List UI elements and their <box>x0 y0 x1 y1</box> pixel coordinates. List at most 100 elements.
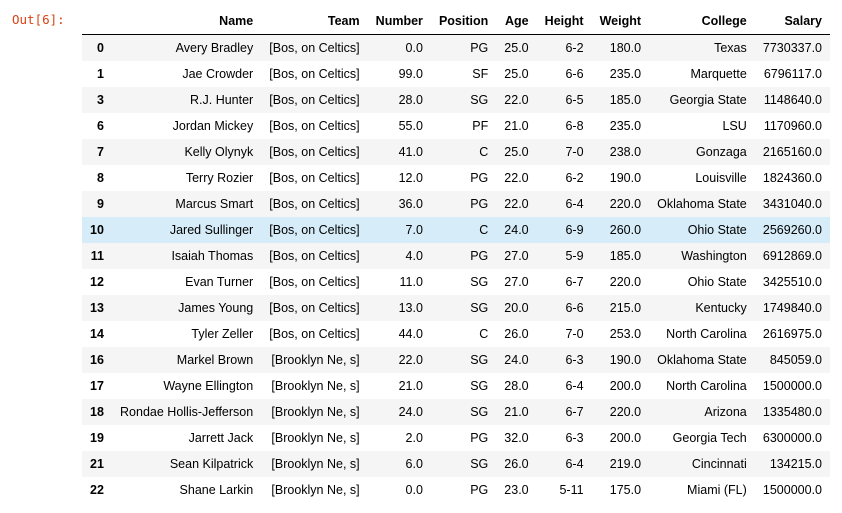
cell-salary: 1824360.0 <box>755 165 830 191</box>
cell-name: Tyler Zeller <box>112 321 261 347</box>
cell-college: Oklahoma State <box>649 191 755 217</box>
cell-college: Ohio State <box>649 217 755 243</box>
cell-age: 22.0 <box>496 191 536 217</box>
cell-position: C <box>431 139 496 165</box>
cell-height: 6-8 <box>537 113 592 139</box>
cell-team: [Bos, on Celtics] <box>261 87 367 113</box>
cell-salary: 2569260.0 <box>755 217 830 243</box>
cell-number: 21.0 <box>368 373 431 399</box>
cell-weight: 220.0 <box>592 399 649 425</box>
cell-age: 25.0 <box>496 35 536 62</box>
cell-number: 44.0 <box>368 321 431 347</box>
cell-age: 28.0 <box>496 373 536 399</box>
cell-team: [Brooklyn Ne, s] <box>261 451 367 477</box>
table-row[interactable]: 0Avery Bradley[Bos, on Celtics]0.0PG25.0… <box>82 35 830 62</box>
cell-weight: 200.0 <box>592 425 649 451</box>
cell-weight: 215.0 <box>592 295 649 321</box>
cell-college: LSU <box>649 113 755 139</box>
cell-name: Jared Sullinger <box>112 217 261 243</box>
cell-number: 13.0 <box>368 295 431 321</box>
row-index: 17 <box>82 373 112 399</box>
cell-position: PG <box>431 243 496 269</box>
table-row[interactable]: 9Marcus Smart[Bos, on Celtics]36.0PG22.0… <box>82 191 830 217</box>
row-index: 1 <box>82 61 112 87</box>
cell-number: 28.0 <box>368 87 431 113</box>
row-index: 8 <box>82 165 112 191</box>
cell-name: Wayne Ellington <box>112 373 261 399</box>
table-row[interactable]: 18Rondae Hollis-Jefferson[Brooklyn Ne, s… <box>82 399 830 425</box>
cell-age: 24.0 <box>496 217 536 243</box>
cell-team: [Bos, on Celtics] <box>261 191 367 217</box>
cell-height: 6-6 <box>537 61 592 87</box>
row-index: 22 <box>82 477 112 503</box>
table-row[interactable]: 22Shane Larkin[Brooklyn Ne, s]0.0PG23.05… <box>82 477 830 503</box>
cell-height: 6-6 <box>537 295 592 321</box>
table-row[interactable]: 13James Young[Bos, on Celtics]13.0SG20.0… <box>82 295 830 321</box>
cell-salary: 1148640.0 <box>755 87 830 113</box>
cell-salary: 1170960.0 <box>755 113 830 139</box>
cell-height: 6-9 <box>537 217 592 243</box>
cell-weight: 175.0 <box>592 477 649 503</box>
row-index: 18 <box>82 399 112 425</box>
cell-height: 6-2 <box>537 165 592 191</box>
table-row[interactable]: 21Sean Kilpatrick[Brooklyn Ne, s]6.0SG26… <box>82 451 830 477</box>
cell-height: 6-4 <box>537 451 592 477</box>
cell-age: 27.0 <box>496 269 536 295</box>
table-row[interactable]: 11Isaiah Thomas[Bos, on Celtics]4.0PG27.… <box>82 243 830 269</box>
cell-height: 6-3 <box>537 347 592 373</box>
column-header: Age <box>496 8 536 35</box>
cell-team: [Brooklyn Ne, s] <box>261 347 367 373</box>
cell-position: PG <box>431 191 496 217</box>
cell-college: Miami (FL) <box>649 477 755 503</box>
cell-college: Texas <box>649 35 755 62</box>
cell-age: 23.0 <box>496 477 536 503</box>
cell-college: Oklahoma State <box>649 347 755 373</box>
table-row[interactable]: 14Tyler Zeller[Bos, on Celtics]44.0C26.0… <box>82 321 830 347</box>
row-index: 21 <box>82 451 112 477</box>
cell-number: 24.0 <box>368 399 431 425</box>
table-row[interactable]: 6Jordan Mickey[Bos, on Celtics]55.0PF21.… <box>82 113 830 139</box>
column-header: Weight <box>592 8 649 35</box>
cell-salary: 6912869.0 <box>755 243 830 269</box>
cell-number: 0.0 <box>368 477 431 503</box>
cell-team: [Brooklyn Ne, s] <box>261 399 367 425</box>
table-row[interactable]: 8Terry Rozier[Bos, on Celtics]12.0PG22.0… <box>82 165 830 191</box>
table-row[interactable]: 3R.J. Hunter[Bos, on Celtics]28.0SG22.06… <box>82 87 830 113</box>
cell-name: Marcus Smart <box>112 191 261 217</box>
cell-weight: 238.0 <box>592 139 649 165</box>
table-row[interactable]: 19Jarrett Jack[Brooklyn Ne, s]2.0PG32.06… <box>82 425 830 451</box>
cell-height: 6-4 <box>537 373 592 399</box>
cell-height: 5-11 <box>537 477 592 503</box>
cell-position: PG <box>431 35 496 62</box>
cell-salary: 6796117.0 <box>755 61 830 87</box>
cell-height: 6-5 <box>537 87 592 113</box>
table-row[interactable]: 1Jae Crowder[Bos, on Celtics]99.0SF25.06… <box>82 61 830 87</box>
table-row[interactable]: 12Evan Turner[Bos, on Celtics]11.0SG27.0… <box>82 269 830 295</box>
cell-position: PF <box>431 113 496 139</box>
cell-weight: 185.0 <box>592 243 649 269</box>
table-row[interactable]: 7Kelly Olynyk[Bos, on Celtics]41.0C25.07… <box>82 139 830 165</box>
cell-team: [Bos, on Celtics] <box>261 165 367 191</box>
cell-number: 2.0 <box>368 425 431 451</box>
cell-name: Rondae Hollis-Jefferson <box>112 399 261 425</box>
cell-salary: 7730337.0 <box>755 35 830 62</box>
table-row[interactable]: 16Markel Brown[Brooklyn Ne, s]22.0SG24.0… <box>82 347 830 373</box>
cell-position: SG <box>431 269 496 295</box>
cell-weight: 260.0 <box>592 217 649 243</box>
cell-salary: 845059.0 <box>755 347 830 373</box>
cell-position: C <box>431 321 496 347</box>
row-index: 9 <box>82 191 112 217</box>
cell-team: [Bos, on Celtics] <box>261 243 367 269</box>
row-index: 10 <box>82 217 112 243</box>
cell-team: [Brooklyn Ne, s] <box>261 425 367 451</box>
cell-height: 7-0 <box>537 321 592 347</box>
cell-number: 36.0 <box>368 191 431 217</box>
cell-salary: 2165160.0 <box>755 139 830 165</box>
cell-salary: 3431040.0 <box>755 191 830 217</box>
table-row[interactable]: 17Wayne Ellington[Brooklyn Ne, s]21.0SG2… <box>82 373 830 399</box>
cell-height: 6-7 <box>537 269 592 295</box>
table-row[interactable]: 10Jared Sullinger[Bos, on Celtics]7.0C24… <box>82 217 830 243</box>
cell-college: Cincinnati <box>649 451 755 477</box>
cell-weight: 180.0 <box>592 35 649 62</box>
row-index: 12 <box>82 269 112 295</box>
